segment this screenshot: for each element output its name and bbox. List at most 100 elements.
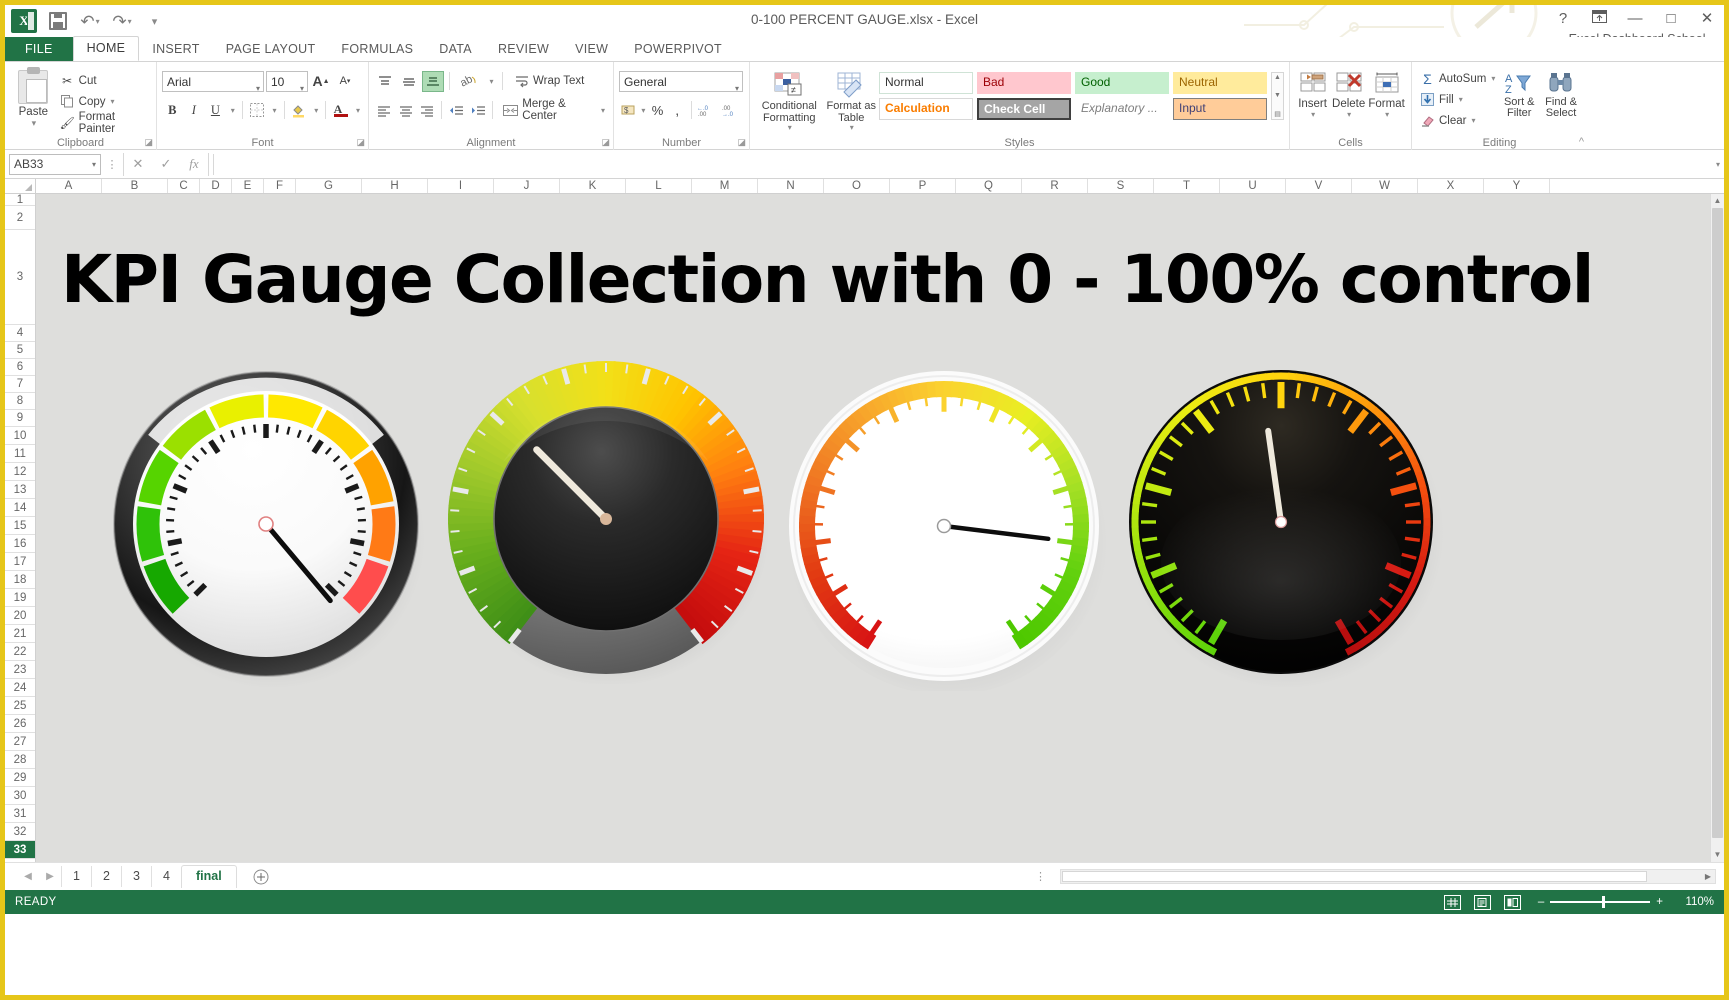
row-header-7[interactable]: 7 bbox=[5, 376, 35, 393]
formula-input[interactable] bbox=[213, 153, 1708, 175]
wrap-text-button[interactable]: Wrap Text bbox=[508, 71, 587, 92]
zoom-track[interactable] bbox=[1550, 896, 1651, 909]
autosum-button[interactable]: Σ AutoSum ▾ bbox=[1417, 68, 1498, 89]
percent-style-button[interactable]: % bbox=[648, 100, 667, 121]
cell-style-check-cell[interactable]: Check Cell bbox=[977, 98, 1071, 120]
page-break-preview-icon[interactable] bbox=[1503, 894, 1521, 910]
styles-gallery-scrollbar[interactable]: ▲ ▼ ▤ bbox=[1271, 72, 1284, 120]
comma-style-button[interactable]: , bbox=[668, 100, 687, 121]
increase-decimal-button[interactable]: ←.0.00 bbox=[695, 100, 719, 121]
cell-style-calculation[interactable]: Calculation bbox=[879, 98, 973, 120]
zoom-slider[interactable]: – + bbox=[1538, 896, 1663, 909]
align-top-button[interactable] bbox=[374, 71, 396, 92]
tab-data[interactable]: DATA bbox=[426, 38, 485, 61]
accounting-dropdown[interactable]: ▾ bbox=[639, 100, 648, 121]
column-header-A[interactable]: A bbox=[36, 179, 102, 193]
ribbon-display-options-icon[interactable] bbox=[1590, 9, 1608, 27]
fill-color-dropdown[interactable]: ▾ bbox=[310, 100, 321, 121]
sheet-tab-2[interactable]: 2 bbox=[91, 866, 121, 887]
dark-gradient-gauge[interactable] bbox=[441, 354, 771, 687]
row-header-6[interactable]: 6 bbox=[5, 359, 35, 376]
row-header-21[interactable]: 21 bbox=[5, 625, 35, 643]
align-center-button[interactable] bbox=[395, 100, 415, 121]
row-header-9[interactable]: 9 bbox=[5, 410, 35, 427]
expand-formula-bar-icon[interactable]: ▾ bbox=[1716, 160, 1720, 169]
zoom-in-button[interactable]: + bbox=[1656, 896, 1663, 908]
column-header-V[interactable]: V bbox=[1286, 179, 1352, 193]
maximize-button[interactable]: □ bbox=[1662, 10, 1680, 27]
column-header-W[interactable]: W bbox=[1352, 179, 1418, 193]
increase-indent-button[interactable] bbox=[468, 100, 488, 121]
row-header-28[interactable]: 28 bbox=[5, 751, 35, 769]
row-header-11[interactable]: 11 bbox=[5, 445, 35, 463]
tab-home[interactable]: HOME bbox=[72, 36, 140, 61]
tab-formulas[interactable]: FORMULAS bbox=[328, 38, 426, 61]
align-bottom-button[interactable] bbox=[422, 70, 444, 92]
tab-page-layout[interactable]: PAGE LAYOUT bbox=[213, 38, 329, 61]
vertical-scrollbar[interactable]: ▲ ▼ bbox=[1710, 194, 1724, 862]
confirm-formula-icon[interactable]: ✓ bbox=[152, 156, 180, 172]
sheet-tab-final[interactable]: final bbox=[181, 865, 237, 888]
italic-button[interactable]: I bbox=[184, 100, 205, 121]
column-header-X[interactable]: X bbox=[1418, 179, 1484, 193]
zoom-out-button[interactable]: – bbox=[1538, 896, 1544, 908]
font-color-icon[interactable]: A bbox=[330, 100, 351, 121]
sheet-tab-3[interactable]: 3 bbox=[121, 866, 151, 887]
underline-dropdown[interactable]: ▾ bbox=[227, 100, 238, 121]
column-header-N[interactable]: N bbox=[758, 179, 824, 193]
row-header-30[interactable]: 30 bbox=[5, 787, 35, 805]
clear-button[interactable]: Clear ▾ bbox=[1417, 110, 1498, 131]
fill-color-icon[interactable] bbox=[289, 100, 310, 121]
decrease-decimal-button[interactable]: .00 →.0 bbox=[720, 100, 744, 121]
cell-style-explanatory[interactable]: Explanatory ... bbox=[1075, 98, 1169, 120]
cell-style-normal[interactable]: Normal bbox=[879, 72, 973, 94]
row-header-1[interactable]: 1 bbox=[5, 194, 35, 206]
merge-center-button[interactable]: Merge & Center ▾ bbox=[497, 98, 608, 122]
bold-button[interactable]: B bbox=[162, 100, 183, 121]
zoom-level[interactable]: 110% bbox=[1676, 896, 1714, 908]
column-header-K[interactable]: K bbox=[560, 179, 626, 193]
column-header-M[interactable]: M bbox=[692, 179, 758, 193]
close-button[interactable]: ✕ bbox=[1698, 9, 1716, 27]
column-header-C[interactable]: C bbox=[168, 179, 200, 193]
row-header-5[interactable]: 5 bbox=[5, 342, 35, 359]
copy-button[interactable]: Copy ▾ bbox=[57, 91, 151, 112]
last-sheet-button[interactable]: ▶ bbox=[39, 871, 61, 882]
column-header-E[interactable]: E bbox=[232, 179, 264, 193]
row-header-27[interactable]: 27 bbox=[5, 733, 35, 751]
font-color-dropdown[interactable]: ▾ bbox=[352, 100, 363, 121]
column-header-S[interactable]: S bbox=[1088, 179, 1154, 193]
column-header-H[interactable]: H bbox=[362, 179, 428, 193]
row-header-33[interactable]: 33 bbox=[5, 841, 35, 859]
number-format-select[interactable]: General ▾ bbox=[619, 70, 743, 93]
scroll-down-icon[interactable]: ▼ bbox=[1711, 848, 1724, 862]
horizontal-scrollbar[interactable]: ◀ ▶ bbox=[1060, 869, 1716, 884]
decrease-indent-button[interactable] bbox=[446, 100, 466, 121]
column-header-P[interactable]: P bbox=[890, 179, 956, 193]
insert-function-icon[interactable]: fx bbox=[180, 156, 208, 172]
cell-style-bad[interactable]: Bad bbox=[977, 72, 1071, 94]
column-header-R[interactable]: R bbox=[1022, 179, 1088, 193]
number-dialog-launcher[interactable]: ◪ bbox=[737, 137, 746, 148]
status-right-cluster[interactable]: – + 110% bbox=[1443, 894, 1714, 910]
align-right-button[interactable] bbox=[417, 100, 437, 121]
classic-white-gauge[interactable] bbox=[101, 359, 431, 692]
format-painter-button[interactable]: 🖌 Format Painter bbox=[57, 111, 151, 135]
column-header-J[interactable]: J bbox=[494, 179, 560, 193]
vertical-scroll-thumb[interactable] bbox=[1712, 208, 1723, 838]
ribbon-tab-bar[interactable]: FILE HOME INSERT PAGE LAYOUT FORMULAS DA… bbox=[5, 36, 1724, 61]
first-sheet-button[interactable]: ◀ bbox=[17, 871, 39, 882]
column-header-D[interactable]: D bbox=[200, 179, 232, 193]
row-header-16[interactable]: 16 bbox=[5, 535, 35, 553]
row-header-18[interactable]: 18 bbox=[5, 571, 35, 589]
sheet-tab-1[interactable]: 1 bbox=[61, 866, 91, 887]
cell-style-neutral[interactable]: Neutral bbox=[1173, 72, 1267, 94]
row-headers[interactable]: 1 2 3 4 5 6 7 8 9 10 11 12 13 14 15 16 17 18 19 20 21 22 23 24 2… bbox=[5, 194, 36, 862]
column-header-Q[interactable]: Q bbox=[956, 179, 1022, 193]
row-header-26[interactable]: 26 bbox=[5, 715, 35, 733]
column-headers[interactable]: ABCDEFGHIJKLMNOPQRSTUVWXY bbox=[5, 179, 1724, 194]
row-header-23[interactable]: 23 bbox=[5, 661, 35, 679]
align-left-button[interactable] bbox=[374, 100, 394, 121]
tab-review[interactable]: REVIEW bbox=[485, 38, 562, 61]
window-controls[interactable]: ? — □ ✕ bbox=[1554, 9, 1716, 27]
